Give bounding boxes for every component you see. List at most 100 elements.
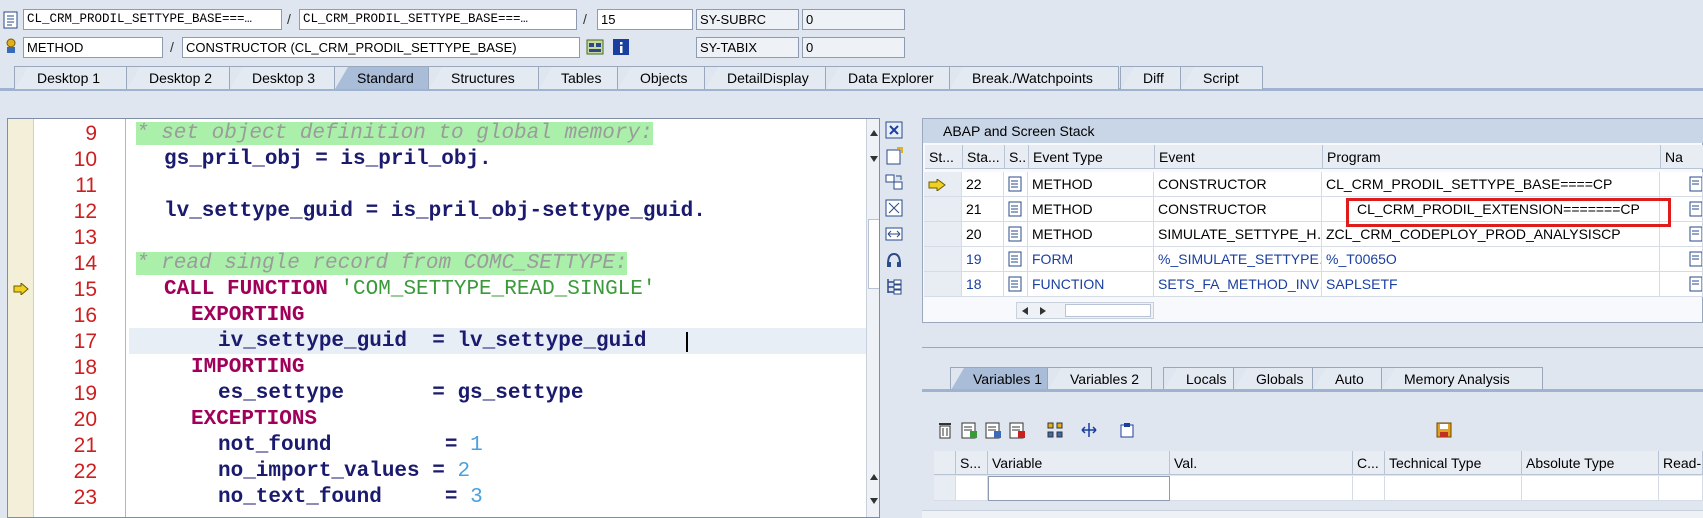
tab-desktop-2[interactable]: Desktop 2 (126, 66, 242, 89)
maximize-icon[interactable] (884, 198, 904, 218)
table-row[interactable] (924, 272, 962, 297)
display-object-icon[interactable] (586, 38, 604, 56)
stack-event[interactable]: CONSTRUCTOR (1154, 172, 1322, 197)
tab-desktop-3[interactable]: Desktop 3 (229, 66, 345, 89)
column-header[interactable]: Technical Type (1385, 451, 1522, 475)
variable-change-cell[interactable] (1353, 476, 1385, 501)
code-area[interactable]: * set object definition to global memory… (136, 119, 866, 517)
tab-locals[interactable]: Locals (1163, 367, 1243, 390)
stack-type-cell[interactable] (1004, 197, 1028, 222)
stack-type-cell[interactable] (1004, 172, 1028, 197)
column-header[interactable]: Na (1661, 145, 1703, 169)
variables-row-selector[interactable] (934, 451, 956, 475)
column-header[interactable]: S.. (1005, 145, 1029, 169)
resize-icon[interactable] (884, 224, 904, 244)
stack-event[interactable]: CONSTRUCTOR (1154, 197, 1322, 222)
tab-structures[interactable]: Structures (428, 66, 540, 89)
stack-event-type[interactable]: FORM (1028, 247, 1154, 272)
stack-horizontal-scrollbar[interactable] (1016, 302, 1154, 319)
stack-event-type[interactable]: METHOD (1028, 197, 1154, 222)
editor-vertical-scrollbar[interactable] (866, 119, 879, 517)
stack-type-cell[interactable] (1004, 222, 1028, 247)
stack-name-cell[interactable] (1660, 247, 1703, 272)
line-field[interactable]: 15 (597, 9, 693, 30)
delete-icon[interactable] (936, 421, 954, 439)
column-header[interactable]: S... (956, 451, 988, 475)
event-type-field[interactable]: METHOD (23, 37, 163, 58)
stack-level[interactable]: 19 (962, 247, 1004, 272)
stack-event-type[interactable]: METHOD (1028, 172, 1154, 197)
variable-absolute-type-cell[interactable] (1522, 476, 1659, 501)
variable-value-cell[interactable] (1170, 476, 1353, 501)
variable-readonly-cell[interactable] (1659, 476, 1703, 501)
stack-level[interactable]: 21 (962, 197, 1004, 222)
stack-program[interactable]: CL_CRM_PRODIL_SETTYPE_BASE====CP (1322, 172, 1660, 197)
tab-globals[interactable]: Globals (1233, 367, 1320, 390)
scroll-right-icon[interactable] (1039, 306, 1047, 316)
variables-horizontal-scrollbar[interactable] (922, 510, 1703, 518)
tab-standard[interactable]: Standard (334, 66, 436, 89)
navigate-icon[interactable] (1080, 421, 1098, 439)
stack-event[interactable]: %_SIMULATE_SETTYPE… (1154, 247, 1322, 272)
tab-variables-2[interactable]: Variables 2 (1047, 367, 1152, 390)
tab-desktop-1[interactable]: Desktop 1 (14, 66, 128, 89)
variable-name-input[interactable] (988, 476, 1170, 501)
scroll-up-icon[interactable] (869, 129, 879, 137)
scroll-left-icon[interactable] (1021, 306, 1029, 316)
column-header[interactable]: Variable (988, 451, 1170, 475)
column-header[interactable]: Read- (1659, 451, 1703, 475)
column-header[interactable]: Program (1323, 145, 1661, 169)
stack-level[interactable]: 18 (962, 272, 1004, 297)
stack-name-cell[interactable] (1660, 172, 1703, 197)
info-icon[interactable] (612, 38, 630, 56)
tab-script[interactable]: Script (1180, 66, 1263, 89)
tab-memory-analysis[interactable]: Memory Analysis (1381, 367, 1543, 390)
program-field[interactable]: CL_CRM_PRODIL_SETTYPE_BASE===… (23, 9, 282, 30)
stack-program[interactable]: %_T0065O (1322, 247, 1660, 272)
breakpoint-gutter[interactable] (8, 119, 34, 517)
delete-row-icon[interactable] (1008, 421, 1026, 439)
clipboard-icon[interactable] (1118, 421, 1136, 439)
tab-data-explorer[interactable]: Data Explorer (825, 66, 960, 89)
tab-tables[interactable]: Tables (538, 66, 626, 89)
stack-type-cell[interactable] (1004, 272, 1028, 297)
swap-tool-icon[interactable] (884, 172, 904, 192)
stack-event[interactable]: SIMULATE_SETTYPE_H… (1154, 222, 1322, 247)
sy-tabix-value[interactable]: 0 (802, 37, 905, 58)
stack-level[interactable]: 22 (962, 172, 1004, 197)
services-icon[interactable] (884, 250, 904, 270)
column-header[interactable]: Event (1155, 145, 1323, 169)
column-header[interactable]: Sta... (963, 145, 1005, 169)
tab-detaildisplay[interactable]: DetailDisplay (704, 66, 835, 89)
stack-level[interactable]: 20 (962, 222, 1004, 247)
column-header[interactable]: C... (1353, 451, 1385, 475)
new-tool-icon[interactable] (884, 146, 904, 166)
source-editor[interactable]: 9 10 11 12 13 14 15 16 17 18 19 20 21 22… (7, 118, 880, 518)
tab-auto[interactable]: Auto (1312, 367, 1384, 390)
scroll-up-icon[interactable] (869, 473, 879, 481)
tree-icon[interactable] (884, 276, 904, 296)
sy-subrc-value[interactable]: 0 (802, 9, 905, 30)
stack-name-cell[interactable] (1660, 272, 1703, 297)
stack-type-cell[interactable] (1004, 247, 1028, 272)
scroll-thumb[interactable] (868, 219, 879, 289)
append-row-icon[interactable] (984, 421, 1002, 439)
save-icon[interactable] (1435, 421, 1453, 439)
column-header[interactable]: Absolute Type (1522, 451, 1659, 475)
tab-objects[interactable]: Objects (617, 66, 713, 89)
variable-technical-type-cell[interactable] (1385, 476, 1522, 501)
stack-event[interactable]: SETS_FA_METHOD_INV… (1154, 272, 1322, 297)
insert-row-icon[interactable] (960, 421, 978, 439)
column-header[interactable]: Event Type (1029, 145, 1155, 169)
sort-icon[interactable] (1046, 421, 1064, 439)
table-row[interactable] (924, 197, 962, 222)
table-row[interactable] (924, 172, 962, 197)
include-field[interactable]: CL_CRM_PRODIL_SETTYPE_BASE===… (299, 9, 577, 30)
variable-status-cell[interactable] (956, 476, 988, 501)
column-header[interactable]: St... (925, 145, 963, 169)
table-row[interactable] (924, 222, 962, 247)
close-icon[interactable] (884, 120, 904, 140)
table-row[interactable] (934, 476, 956, 501)
stack-program[interactable]: SAPLSETF (1322, 272, 1660, 297)
stack-event-type[interactable]: METHOD (1028, 222, 1154, 247)
